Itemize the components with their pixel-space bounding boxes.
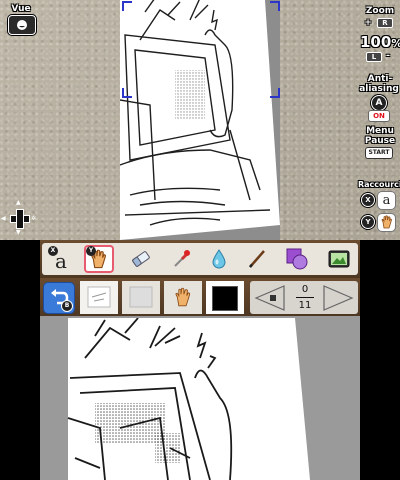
- view-frame-corner: [122, 88, 132, 98]
- top-screen: Vue Zoom + R 100% L - Anti- aliasing A O…: [0, 0, 400, 240]
- app: Vue Zoom + R 100% L - Anti- aliasing A O…: [0, 0, 400, 480]
- text-tool-button[interactable]: X a: [46, 245, 76, 273]
- antialiasing-a-button[interactable]: A: [371, 95, 387, 111]
- b-button-badge: B: [61, 300, 73, 312]
- x-button-badge: X: [48, 246, 58, 256]
- shortcut-x-row[interactable]: X a: [361, 190, 399, 210]
- hand-option-button[interactable]: [164, 281, 202, 314]
- view-frame-corner: [270, 1, 280, 11]
- pause-menu-label-line2: Pause: [364, 136, 396, 146]
- shapes-icon: [286, 248, 308, 270]
- current-color-swatch: [212, 286, 238, 311]
- water-tool-button[interactable]: [204, 245, 234, 273]
- shortcuts-label: Raccourci: [358, 180, 400, 189]
- zoom-out-l-button[interactable]: L: [366, 52, 382, 62]
- pause-menu-label-line1: Menu: [366, 126, 394, 136]
- x-button-badge: X: [361, 193, 375, 207]
- text-tool-icon: a: [378, 191, 395, 209]
- water-drop-icon: [212, 249, 226, 269]
- page-number: 0 11: [292, 283, 318, 312]
- tool-bar: X a Y: [40, 240, 360, 278]
- color-swatch-button[interactable]: [206, 281, 244, 314]
- layer-tab-2[interactable]: [122, 281, 160, 314]
- undo-button[interactable]: B: [43, 282, 75, 314]
- hand-tool-icon: [378, 213, 395, 231]
- y-button-badge: Y: [361, 215, 375, 229]
- zoom-out-symbol: -: [386, 51, 390, 61]
- view-icon: [17, 20, 27, 30]
- layer-thumbnail: [87, 286, 111, 308]
- shortcut-y-row[interactable]: Y: [361, 212, 399, 232]
- pen-tool-button[interactable]: [242, 245, 272, 273]
- antialiasing-label-line1: Anti-: [367, 74, 393, 84]
- dpad-scroll-indicator: ▲ ▼ ◀ ✲: [1, 199, 37, 236]
- view-button[interactable]: [8, 15, 36, 35]
- antialiasing-label-line2: aliasing: [359, 84, 399, 94]
- screenshot-tool-button[interactable]: [324, 245, 354, 273]
- layer-thumbnail: [129, 286, 153, 308]
- hand-tool-button[interactable]: Y: [84, 245, 114, 273]
- camera-icon: [328, 250, 350, 268]
- shapes-tool-button[interactable]: [282, 245, 312, 273]
- next-page-arrow-icon[interactable]: [322, 285, 354, 311]
- zoom-in-symbol: +: [364, 18, 372, 28]
- prev-page-arrow-icon[interactable]: [254, 285, 286, 311]
- eraser-icon: [132, 251, 150, 267]
- antialiasing-state-badge: ON: [369, 111, 389, 121]
- layer-tab-1[interactable]: [80, 281, 118, 314]
- drawing-canvas[interactable]: [40, 318, 360, 480]
- eraser-tool-button[interactable]: [126, 245, 156, 273]
- top-canvas-preview: [120, 0, 280, 240]
- zoom-value: 100%: [360, 33, 400, 51]
- hand-tool-icon: [175, 287, 191, 307]
- bottom-screen: X a Y B 0 11: [40, 240, 360, 480]
- page-control: 0 11: [250, 281, 358, 314]
- eyedropper-icon: [174, 250, 190, 267]
- zoom-in-r-button[interactable]: R: [377, 18, 393, 28]
- view-frame-corner: [122, 1, 132, 11]
- pen-icon: [249, 250, 265, 268]
- start-button[interactable]: START: [366, 148, 392, 158]
- y-button-badge: Y: [86, 246, 96, 256]
- tool-bar-panel: X a Y: [42, 243, 358, 275]
- zoom-label: Zoom: [365, 6, 395, 16]
- eyedropper-tool-button[interactable]: [166, 245, 196, 273]
- view-frame-corner: [270, 88, 280, 98]
- view-label: Vue: [11, 4, 31, 14]
